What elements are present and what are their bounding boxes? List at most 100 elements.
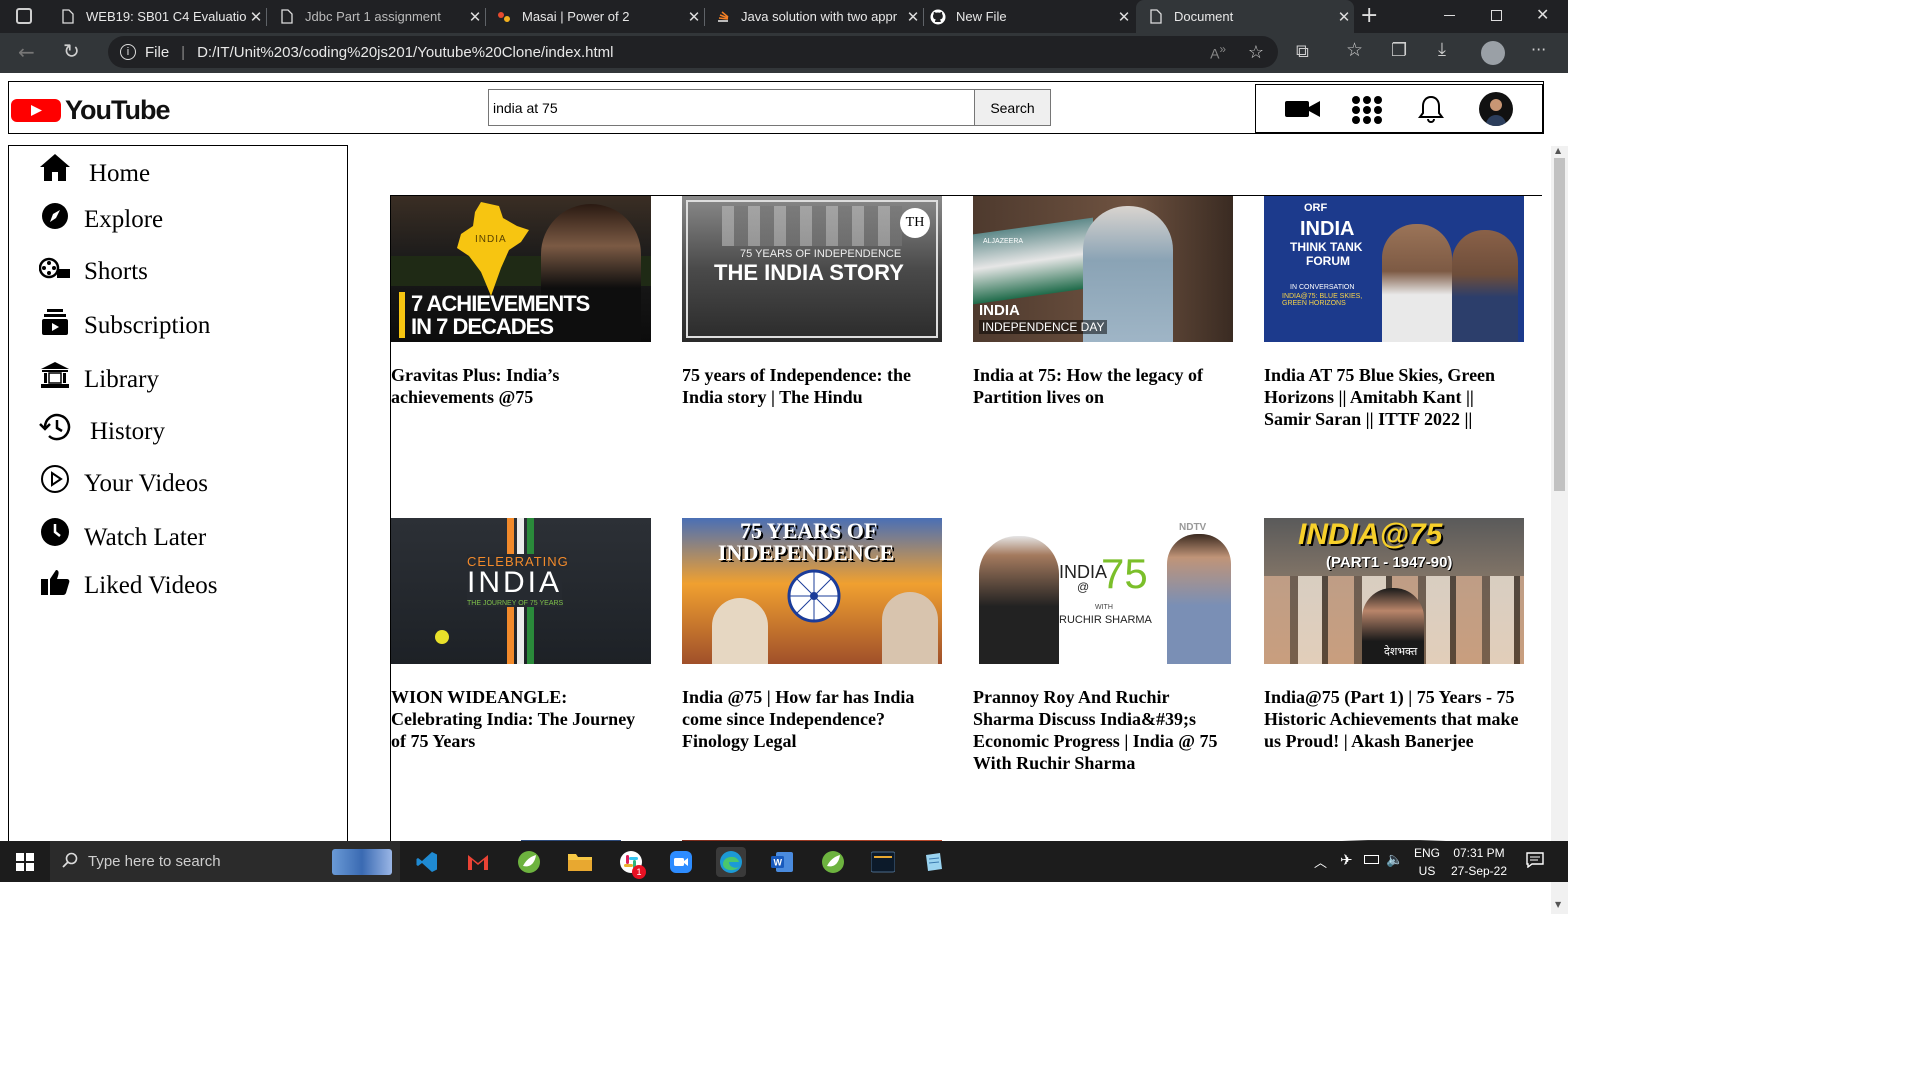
close-tab-icon[interactable]: ✕ <box>1114 8 1134 26</box>
favorites-icon[interactable]: ☆ <box>1346 39 1363 61</box>
video-thumbnail[interactable]: INDIA 7 ACHIEVEMENTS IN 7 DECADES <box>391 196 651 342</box>
close-tab-icon[interactable]: ✕ <box>1334 8 1354 26</box>
video-card[interactable]: CELEBRATING INDIA THE JOURNEY OF 75 YEAR… <box>391 518 651 752</box>
close-tab-icon[interactable]: ✕ <box>684 8 704 26</box>
video-thumbnail[interactable]: ORF INDIA THINK TANK FORUM IN CONVERSATI… <box>1264 196 1524 342</box>
profile-avatar[interactable] <box>1481 41 1505 65</box>
close-tab-icon[interactable]: ✕ <box>465 8 485 26</box>
tab-document[interactable]: Document ✕ <box>1136 0 1354 33</box>
home-icon <box>39 151 71 183</box>
mysql-icon[interactable] <box>868 847 898 877</box>
video-title[interactable]: India @75 | How far has India come since… <box>682 686 942 752</box>
sidebar-item-subscription[interactable]: Subscription <box>39 304 210 340</box>
search-input[interactable] <box>488 89 975 126</box>
sidebar-item-watch-later[interactable]: Watch Later <box>39 512 206 552</box>
video-title[interactable]: India@75 (Part 1) | 75 Years - 75 Histor… <box>1264 686 1524 752</box>
sidebar-item-library[interactable]: Library <box>39 356 159 394</box>
sidebar-item-shorts[interactable]: Shorts <box>39 252 148 286</box>
downloads-icon[interactable]: ⤓ <box>1438 39 1446 60</box>
extensions-icon[interactable]: ⧉ <box>1296 41 1309 62</box>
region-indicator[interactable]: US <box>1414 864 1440 878</box>
sidebar-item-your-videos[interactable]: Your Videos <box>39 460 208 498</box>
video-card[interactable]: TH 75 YEARS OF INDEPENDENCE THE INDIA ST… <box>682 196 942 408</box>
notepad-icon[interactable] <box>919 847 949 877</box>
scrollbar-thumb[interactable] <box>1554 158 1565 491</box>
apps-grid-icon[interactable] <box>1351 95 1383 129</box>
close-tab-icon[interactable]: ✕ <box>246 8 266 26</box>
spring-tool-icon[interactable] <box>818 847 848 877</box>
video-thumbnail[interactable]: CELEBRATING INDIA THE JOURNEY OF 75 YEAR… <box>391 518 651 664</box>
tab-masai[interactable]: Masai | Power of 2 ✕ <box>486 0 704 33</box>
tab-new-file[interactable]: New File ✕ <box>924 0 1134 33</box>
video-card[interactable]: INDIA@75 (PART1 - 1947-90) देशभक्त India… <box>1264 518 1524 752</box>
video-card[interactable]: NDTV INDIA @ 75 WITH RUCHIR SHARMA Prann… <box>973 518 1233 774</box>
language-indicator[interactable]: ENG <box>1414 846 1440 860</box>
video-thumbnail[interactable]: 75 YEARS OF INDEPENDENCE <box>682 518 942 664</box>
new-tab-icon[interactable]: + <box>1360 3 1378 28</box>
video-thumbnail[interactable]: INDIA@75 (PART1 - 1947-90) देशभक्त <box>1264 518 1524 664</box>
show-hidden-icons-icon[interactable]: ︿ <box>1314 852 1327 871</box>
tab-web19[interactable]: WEB19: SB01 C4 Evaluation ✕ <box>48 0 266 33</box>
video-title[interactable]: WION WIDEANGLE: Celebrating India: The J… <box>391 686 651 752</box>
zoom-icon[interactable] <box>666 847 696 877</box>
video-title[interactable]: India at 75: How the legacy of Partition… <box>973 364 1233 408</box>
host-figure <box>1167 534 1231 664</box>
video-card[interactable]: ORF INDIA THINK TANK FORUM IN CONVERSATI… <box>1264 196 1524 430</box>
sidebar-item-history[interactable]: History <box>39 408 165 446</box>
video-card[interactable]: INDIA 7 ACHIEVEMENTS IN 7 DECADES Gravit… <box>391 196 651 408</box>
sidebar-item-explore[interactable]: Explore <box>39 198 163 234</box>
info-icon[interactable]: i <box>120 44 136 60</box>
youtube-logo[interactable]: YouTube <box>11 95 170 126</box>
thumb-text: INDIA@75 <box>1298 518 1443 551</box>
close-tab-icon[interactable]: ✕ <box>903 8 923 26</box>
back-icon[interactable]: ← <box>18 40 35 64</box>
address-bar[interactable]: i File | D:/IT/Unit%203/coding%20js201/Y… <box>108 36 1278 68</box>
reload-icon[interactable]: ↻ <box>63 39 80 63</box>
sidebar-item-liked-videos[interactable]: Liked Videos <box>39 564 217 600</box>
video-title[interactable]: India AT 75 Blue Skies, Green Horizons |… <box>1264 364 1524 430</box>
close-window-icon[interactable]: ✕ <box>1536 5 1549 24</box>
video-card[interactable]: ALJAZEERA INDIA INDEPENDENCE DAY India a… <box>973 196 1233 408</box>
volume-icon[interactable]: 🔈 <box>1386 851 1403 868</box>
add-favorite-icon[interactable]: ☆ <box>1248 42 1264 63</box>
more-menu-icon[interactable]: ··· <box>1531 40 1546 59</box>
word-icon[interactable]: W <box>767 847 797 877</box>
video-card[interactable]: 75 YEARS OF INDEPENDENCE India @75 | How… <box>682 518 942 752</box>
taskbar-search-box[interactable]: Type here to search <box>50 841 400 882</box>
page-scrollbar[interactable]: ▲ ▼ <box>1551 146 1568 914</box>
video-thumbnail[interactable]: TH 75 YEARS OF INDEPENDENCE THE INDIA ST… <box>682 196 942 342</box>
read-aloud-icon[interactable]: A» <box>1210 43 1226 62</box>
clock-date[interactable]: 27-Sep-22 <box>1448 864 1510 878</box>
vscode-icon[interactable] <box>412 847 442 877</box>
video-thumbnail[interactable]: ALJAZEERA INDIA INDEPENDENCE DAY <box>973 196 1233 342</box>
collections-icon[interactable]: ❐ <box>1391 40 1407 61</box>
search-button[interactable]: Search <box>974 89 1051 126</box>
video-title[interactable]: Prannoy Roy And Ruchir Sharma Discuss In… <box>973 686 1233 774</box>
notifications-icon[interactable] <box>1526 852 1544 871</box>
slack-icon[interactable]: 1 <box>616 847 646 879</box>
tab-java-solution[interactable]: Java solution with two appr ✕ <box>705 0 923 33</box>
gmail-icon[interactable] <box>463 847 493 877</box>
edge-icon[interactable] <box>716 847 746 877</box>
tab-jdbc[interactable]: Jdbc Part 1 assignment ✕ <box>267 0 485 33</box>
file-explorer-icon[interactable] <box>565 847 595 877</box>
video-title[interactable]: Gravitas Plus: India’s achievements @75 <box>391 364 651 408</box>
scroll-up-arrow-icon[interactable]: ▲ <box>1555 146 1561 155</box>
video-thumbnail[interactable]: NDTV INDIA @ 75 WITH RUCHIR SHARMA <box>973 518 1233 664</box>
scroll-down-arrow-icon[interactable]: ▼ <box>1555 900 1561 909</box>
network-icon[interactable]: ✈ <box>1340 851 1353 869</box>
minimize-icon[interactable] <box>1444 15 1455 16</box>
video-title[interactable]: 75 years of Independence: the India stor… <box>682 364 942 408</box>
video-camera-icon[interactable] <box>1285 98 1321 124</box>
restore-icon[interactable] <box>1491 10 1502 21</box>
windows-start-icon[interactable] <box>16 853 34 876</box>
user-avatar[interactable] <box>1479 92 1513 126</box>
flag-graphic <box>973 217 1093 305</box>
spring-tool-icon[interactable] <box>514 847 544 877</box>
bell-icon[interactable] <box>1416 94 1446 128</box>
masai-icon <box>496 9 512 25</box>
battery-icon[interactable] <box>1364 855 1379 864</box>
clock-time[interactable]: 07:31 PM <box>1448 846 1510 860</box>
sidebar-item-home[interactable]: Home <box>39 146 150 188</box>
tab-actions-icon[interactable] <box>16 8 32 24</box>
